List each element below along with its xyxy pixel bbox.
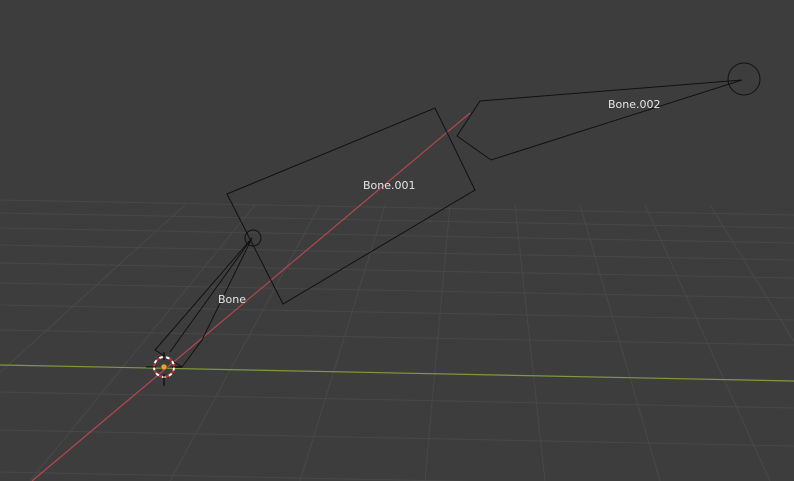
- 3d-viewport[interactable]: Bone Bone.001 Bone.002: [0, 0, 794, 481]
- floor-grid: [0, 199, 794, 481]
- bone-002[interactable]: [456, 79, 743, 161]
- bone-002-tail-joint[interactable]: [727, 62, 761, 96]
- bone-002-label: Bone.002: [608, 98, 661, 111]
- x-axis-line: [0, 364, 794, 382]
- bone-root-label: Bone: [218, 293, 246, 306]
- viewport-canvas[interactable]: Bone Bone.001 Bone.002: [0, 0, 794, 481]
- bone-001-label: Bone.001: [363, 179, 416, 192]
- y-axis-line: [31, 112, 471, 481]
- bone-001[interactable]: [226, 107, 476, 305]
